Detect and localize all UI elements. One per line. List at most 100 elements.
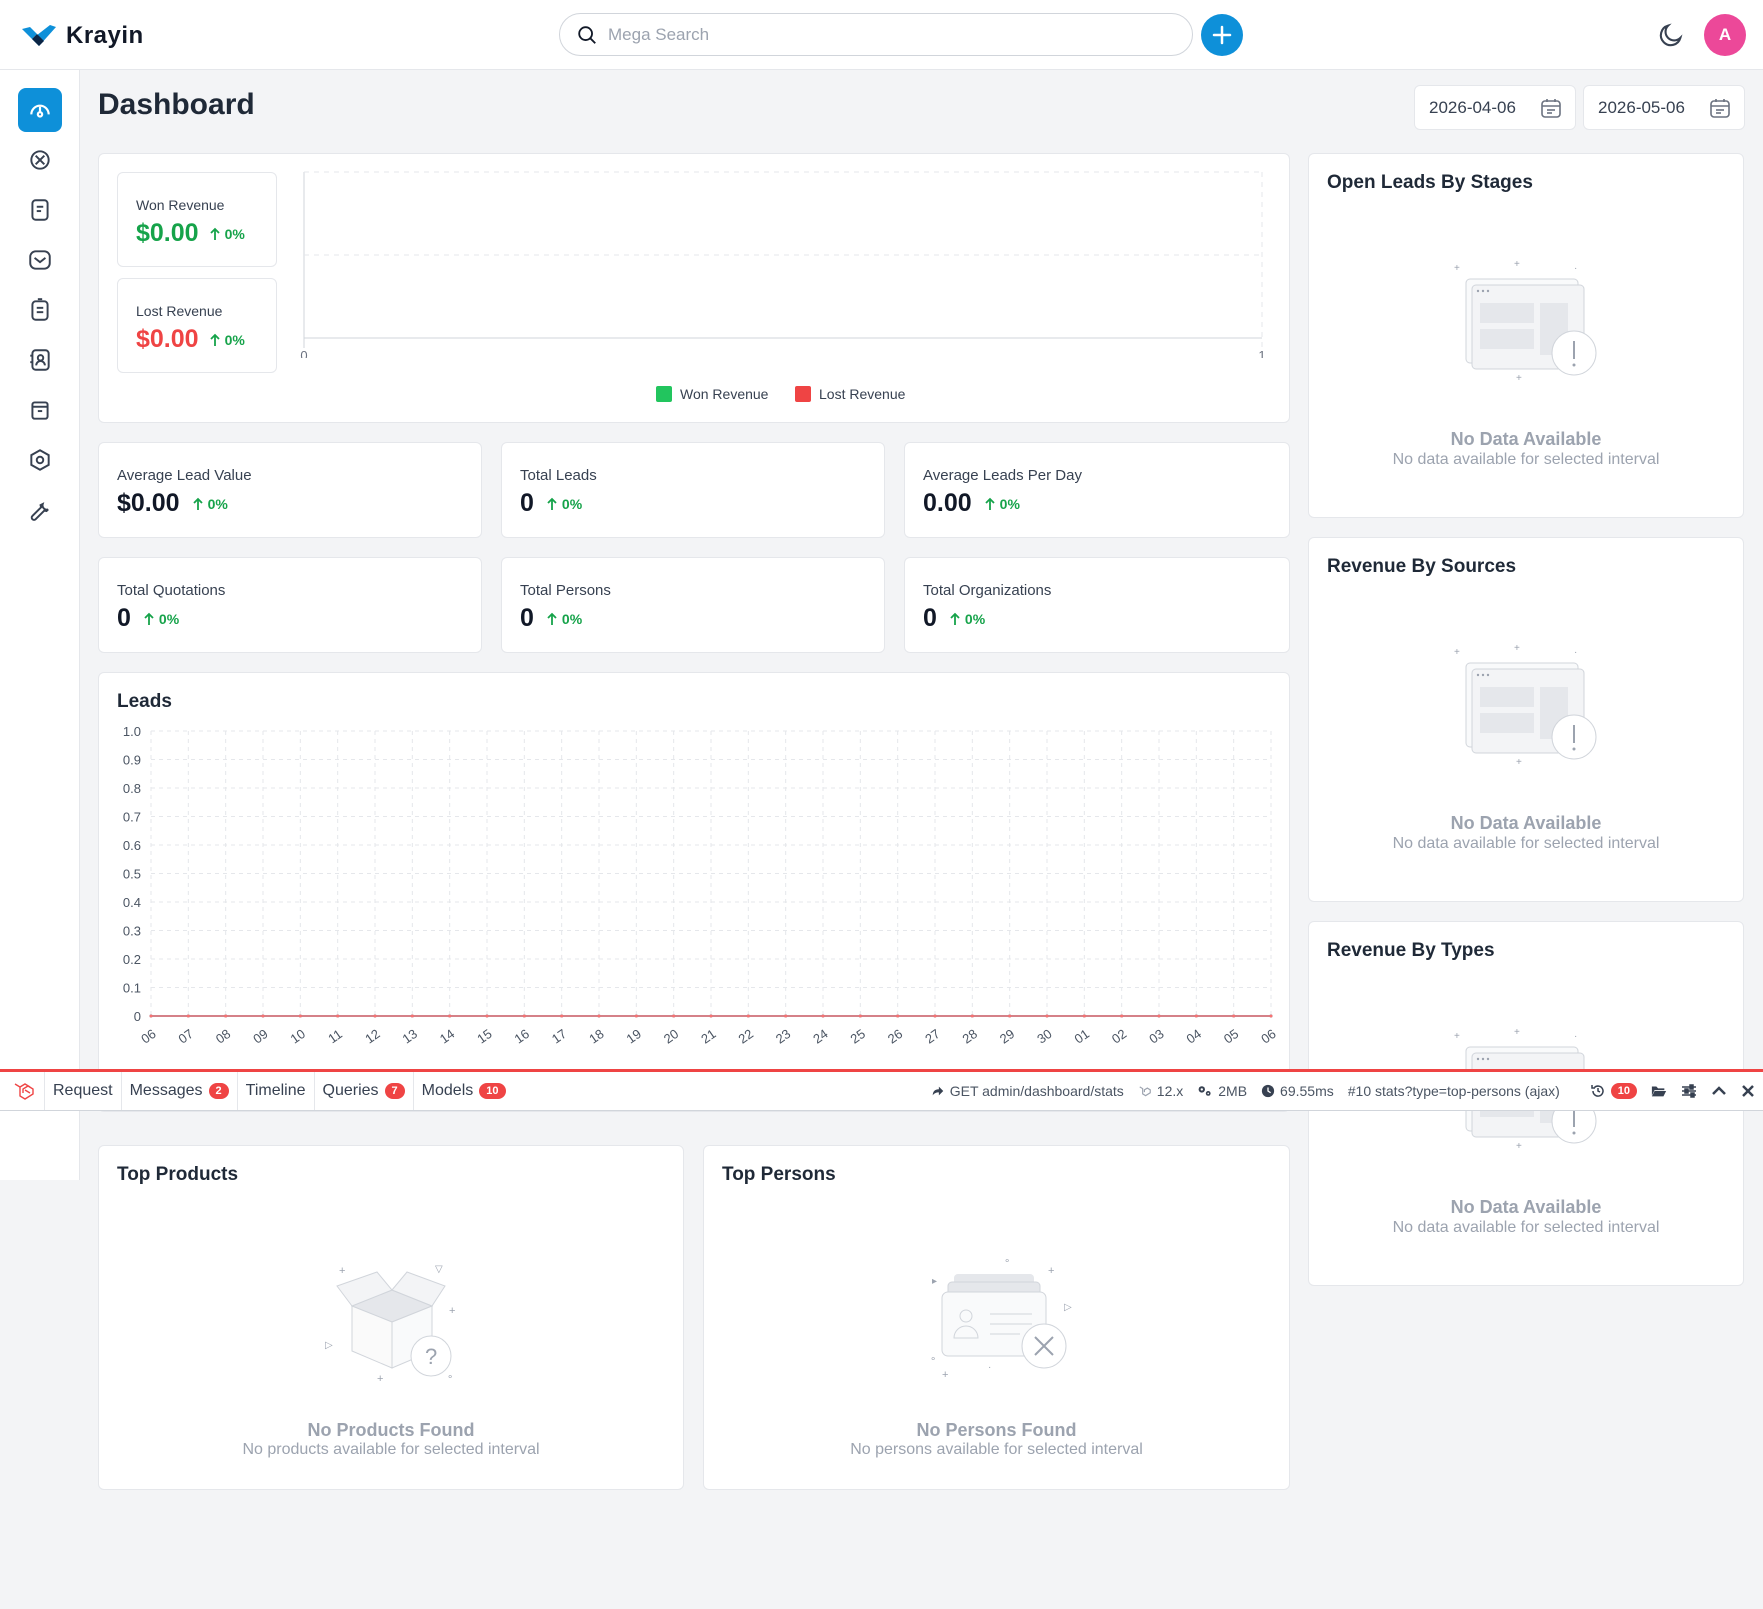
- stat-card-total-leads: Total Leads 0 0%: [501, 442, 885, 538]
- models-badge: 10: [479, 1083, 506, 1099]
- series-point-2: [1157, 1014, 1161, 1018]
- chevron-up-icon: [1712, 1086, 1726, 1095]
- debugbar-tab-models[interactable]: Models 10: [414, 1072, 514, 1110]
- series-point-2: [336, 1014, 340, 1018]
- sidebar-item-products[interactable]: [18, 388, 62, 432]
- stat-label: Total Leads: [520, 467, 597, 484]
- series-point-2: [746, 1014, 750, 1018]
- leads-chart-title: Leads: [117, 691, 172, 712]
- no-data-illustration-icon: + · + +: [1454, 259, 1597, 384]
- x-tick-label: 19: [624, 1026, 644, 1047]
- svg-text:+: +: [1454, 1031, 1460, 1042]
- start-date-value: 2026-04-06: [1429, 97, 1516, 117]
- sidebar-item-quotes[interactable]: [18, 188, 62, 232]
- dashboard-icon: [30, 104, 50, 118]
- svg-text:▸: ▸: [932, 1276, 937, 1287]
- revenue-bar-chart: 0 1: [300, 171, 1266, 358]
- y-tick-label: 0.8: [123, 781, 141, 796]
- start-date-picker[interactable]: 2026-04-06: [1414, 85, 1576, 130]
- x-tick-label: 26: [885, 1026, 905, 1047]
- app-logo[interactable]: Krayin: [20, 20, 144, 52]
- series-point-2: [186, 1014, 190, 1018]
- svg-text:+: +: [1514, 259, 1520, 270]
- sidebar-item-leads[interactable]: [18, 138, 62, 182]
- leads-icon: [30, 150, 50, 170]
- revenue-by-sources-card: Revenue By Sources + · + + No Data Availab…: [1308, 537, 1744, 902]
- series-point-2: [858, 1014, 862, 1018]
- svg-text:∘: ∘: [447, 1372, 453, 1383]
- debugbar-tab-request[interactable]: Request: [45, 1072, 122, 1110]
- activities-icon: [31, 298, 49, 321]
- arrow-up-icon: [985, 497, 995, 510]
- stat-label: Average Leads Per Day: [923, 467, 1082, 484]
- stat-label: Total Persons: [520, 582, 611, 599]
- debugbar-tab-timeline[interactable]: Timeline: [238, 1072, 315, 1110]
- stat-label: Average Lead Value: [117, 467, 252, 484]
- x-tick-label: 06: [1258, 1026, 1278, 1047]
- won-revenue-change: 0%: [209, 226, 245, 242]
- user-avatar[interactable]: A: [1704, 14, 1746, 56]
- sidebar-item-settings[interactable]: [18, 438, 62, 482]
- debugbar-tab-queries[interactable]: Queries 7: [315, 1072, 414, 1110]
- debugbar-open-button[interactable]: [1651, 1084, 1667, 1098]
- end-date-picker[interactable]: 2026-05-06: [1583, 85, 1745, 130]
- krayin-logo-icon: [22, 25, 56, 46]
- svg-text:▽: ▽: [435, 1264, 443, 1275]
- y-tick-label: 0.7: [123, 810, 141, 825]
- quick-create-button[interactable]: [1201, 14, 1243, 56]
- svg-text:+: +: [1454, 263, 1460, 274]
- empty-state-subtitle: No products available for selected inter…: [242, 1441, 540, 1458]
- lost-revenue-label: Lost Revenue: [136, 303, 223, 319]
- x-tick-label: 30: [1034, 1026, 1054, 1047]
- search-input[interactable]: [608, 24, 1168, 45]
- series-point-2: [970, 1014, 974, 1018]
- debugbar-history-select[interactable]: #10 stats?type=top-persons (ajax): [1348, 1083, 1576, 1099]
- x-tick-label: 27: [922, 1026, 942, 1047]
- debugbar-logo[interactable]: [0, 1072, 45, 1110]
- sidebar-item-dashboard[interactable]: [18, 88, 62, 132]
- series-point-2: [709, 1014, 713, 1018]
- svg-text:?: ?: [425, 1344, 437, 1369]
- x-tick-label: 12: [362, 1026, 382, 1047]
- debugbar-tab-messages[interactable]: Messages 2: [122, 1072, 238, 1110]
- x-tick-label: 01: [1072, 1026, 1092, 1047]
- folder-open-icon: [1651, 1086, 1667, 1097]
- close-icon: [1742, 1085, 1754, 1097]
- stat-change: 0%: [984, 496, 1020, 512]
- stat-value: 0: [923, 604, 937, 632]
- series-point-2: [1120, 1014, 1124, 1018]
- debugbar-restore-button[interactable]: [1711, 1084, 1727, 1098]
- series-point-2: [224, 1014, 228, 1018]
- stat-card-total-quotations: Total Quotations 0 0%: [98, 557, 482, 653]
- revenue-card: Won Revenue $0.00 0% Lost Revenue $0.00 …: [98, 153, 1290, 423]
- svg-text:·: ·: [1574, 1031, 1577, 1042]
- x-tick-label: 22: [736, 1026, 756, 1047]
- series-point-2: [522, 1014, 526, 1018]
- laravel-small-icon: [1139, 1086, 1151, 1097]
- sidebar-item-activities[interactable]: [18, 288, 62, 332]
- svg-text:+: +: [449, 1305, 455, 1317]
- x-tick-label: 09: [250, 1026, 270, 1047]
- series-point-2: [560, 1014, 564, 1018]
- debugbar-settings-button[interactable]: [1681, 1084, 1697, 1098]
- dark-mode-toggle[interactable]: [1655, 19, 1687, 51]
- revenue-legend-lost[interactable]: Lost Revenue: [795, 386, 905, 402]
- sidebar-item-contacts[interactable]: [18, 338, 62, 382]
- arrow-up-icon: [144, 612, 154, 625]
- debugbar-close-button[interactable]: [1741, 1084, 1755, 1098]
- debugbar-history-button[interactable]: 10: [1590, 1083, 1637, 1099]
- legend-swatch-won: [656, 386, 672, 402]
- stat-card-total-persons: Total Persons 0 0%: [501, 557, 885, 653]
- stat-value: 0: [520, 604, 534, 632]
- queries-badge: 7: [384, 1083, 405, 1099]
- revenue-legend-won[interactable]: Won Revenue: [656, 386, 768, 402]
- sidebar-item-configuration[interactable]: [18, 488, 62, 532]
- clock-icon: [1261, 1084, 1275, 1098]
- lost-revenue-value: $0.00: [136, 325, 199, 353]
- svg-text:·: ·: [1574, 647, 1577, 658]
- svg-text:+: +: [942, 1369, 948, 1381]
- settings-icon: [30, 449, 50, 471]
- won-revenue-label: Won Revenue: [136, 197, 225, 213]
- sidebar-item-mail[interactable]: [18, 238, 62, 282]
- mega-search[interactable]: [559, 13, 1193, 56]
